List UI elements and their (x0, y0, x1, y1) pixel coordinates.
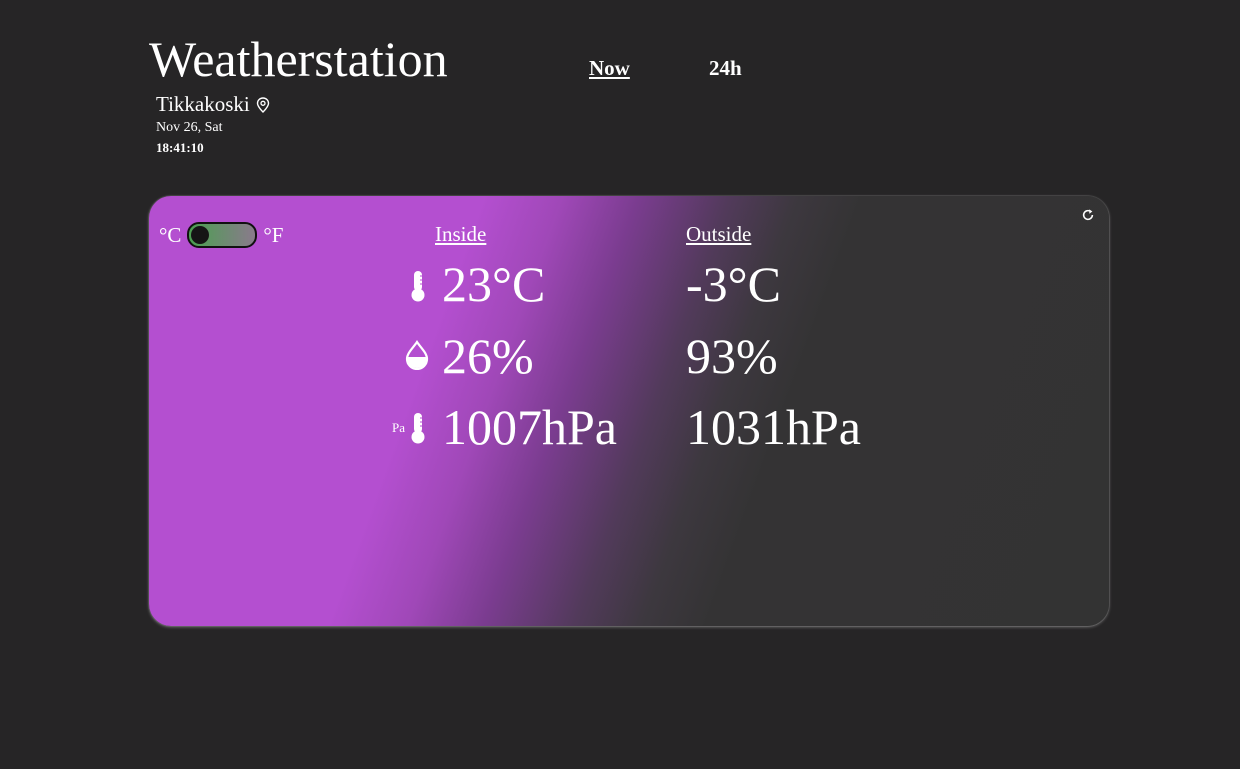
current-date: Nov 26, Sat (156, 120, 223, 135)
pressure-unit-label: Pa (392, 420, 405, 435)
location-name: Tikkakoski (156, 92, 250, 116)
unit-switch-knob (191, 226, 210, 244)
unit-switch[interactable] (187, 222, 258, 248)
location: Tikkakoski (156, 92, 270, 117)
inside-pressure: 1007hPa (442, 399, 617, 455)
outside-heading: Outside (686, 222, 752, 246)
inside-humidity: 26% (442, 328, 534, 384)
weather-card: °C °F Inside Outside 23°C -3°C 26% 93% P… (149, 196, 1109, 626)
outside-pressure: 1031hPa (686, 399, 861, 455)
page: Weatherstation Now 24h Tikkakoski Nov 26… (0, 0, 1240, 769)
tab-now[interactable]: Now (589, 56, 630, 81)
outside-temperature: -3°C (686, 256, 781, 312)
pressure-thermometer-icon (411, 413, 425, 444)
outside-humidity: 93% (686, 328, 778, 384)
app-title: Weatherstation (149, 31, 448, 87)
card-gradient (149, 196, 1109, 626)
location-pin-icon (256, 96, 269, 113)
unit-toggle: °C °F (159, 222, 283, 248)
inside-heading: Inside (435, 222, 487, 246)
tab-24h[interactable]: 24h (709, 56, 742, 81)
thermometer-icon (411, 271, 425, 302)
fahrenheit-label: °F (263, 222, 284, 247)
inside-temperature: 23°C (442, 256, 546, 312)
refresh-icon[interactable] (1081, 208, 1095, 222)
humidity-drop-icon (405, 340, 429, 370)
current-time: 18:41:10 (156, 140, 204, 155)
celsius-label: °C (159, 222, 182, 247)
